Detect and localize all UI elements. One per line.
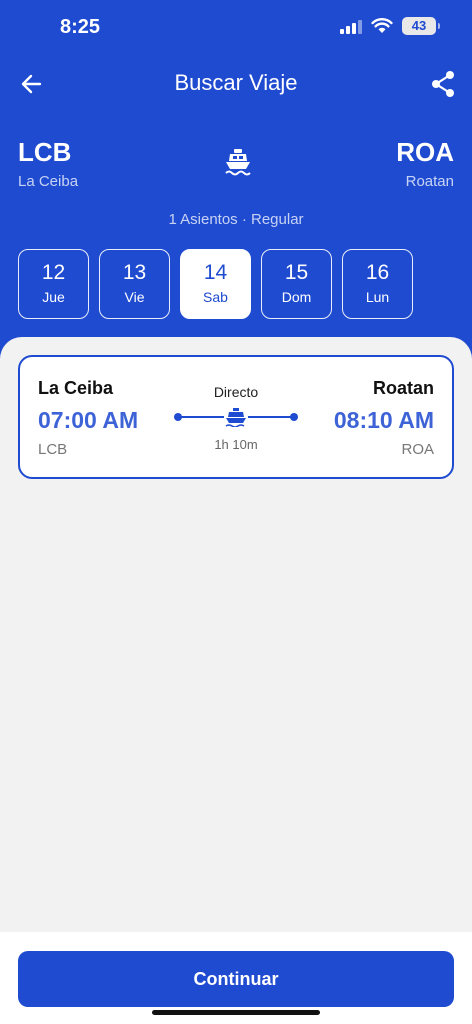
battery-icon: 43 [402, 17, 440, 35]
date-weekday: Dom [281, 289, 312, 305]
date-number: 12 [41, 261, 66, 284]
home-indicator [152, 1010, 320, 1015]
date-number: 14 [203, 261, 228, 284]
date-chip-12[interactable]: 12 Jue [18, 249, 89, 319]
date-chip-14-selected[interactable]: 14 Sab [180, 249, 251, 319]
battery-level: 43 [411, 18, 427, 33]
cellular-signal-icon [340, 18, 362, 34]
bottom-bar: Continuar [0, 932, 472, 1024]
date-weekday: Vie [124, 289, 145, 305]
header: 8:25 43 Buscar Viaje LCB La Ceiba ROA Ro… [0, 0, 472, 380]
status-bar: 8:25 43 [0, 0, 472, 56]
results-panel: La Ceiba Directo Roatan 07:00 AM 08:10 A… [0, 337, 472, 937]
destination-name: Roatan [405, 173, 454, 190]
ferry-icon [225, 149, 251, 176]
status-icons: 43 [340, 17, 440, 35]
date-chip-13[interactable]: 13 Vie [99, 249, 170, 319]
date-number: 13 [122, 261, 147, 284]
origin-name: La Ceiba [18, 173, 79, 190]
date-weekday: Lun [365, 289, 390, 305]
date-weekday: Sab [203, 289, 228, 305]
route-line-icon [174, 407, 298, 427]
trip-destination-name: Roatan [372, 378, 434, 398]
date-number: 15 [284, 261, 309, 284]
continue-button[interactable]: Continuar [18, 951, 454, 1007]
destination-code: ROA [396, 137, 454, 167]
departure-time: 07:00 AM [38, 407, 139, 433]
status-time: 8:25 [60, 16, 101, 38]
date-chip-15[interactable]: 15 Dom [261, 249, 332, 319]
trip-duration: 1h 10m [214, 437, 258, 452]
date-weekday: Jue [42, 289, 65, 305]
date-selector: 12 Jue 13 Vie 14 Sab 15 Dom 16 Lun [18, 249, 413, 319]
date-chip-16[interactable]: 16 Lun [342, 249, 413, 319]
passenger-summary: 1 Asientos · Regular [168, 211, 304, 228]
origin-code: LCB [18, 137, 72, 167]
date-number: 16 [365, 261, 390, 284]
page-title: Buscar Viaje [174, 70, 298, 95]
share-icon[interactable] [430, 70, 456, 98]
trip-card[interactable]: La Ceiba Directo Roatan 07:00 AM 08:10 A… [18, 355, 454, 479]
trip-destination-code: ROA [401, 441, 434, 458]
wifi-icon [371, 18, 393, 33]
arrival-time: 08:10 AM [333, 407, 434, 433]
